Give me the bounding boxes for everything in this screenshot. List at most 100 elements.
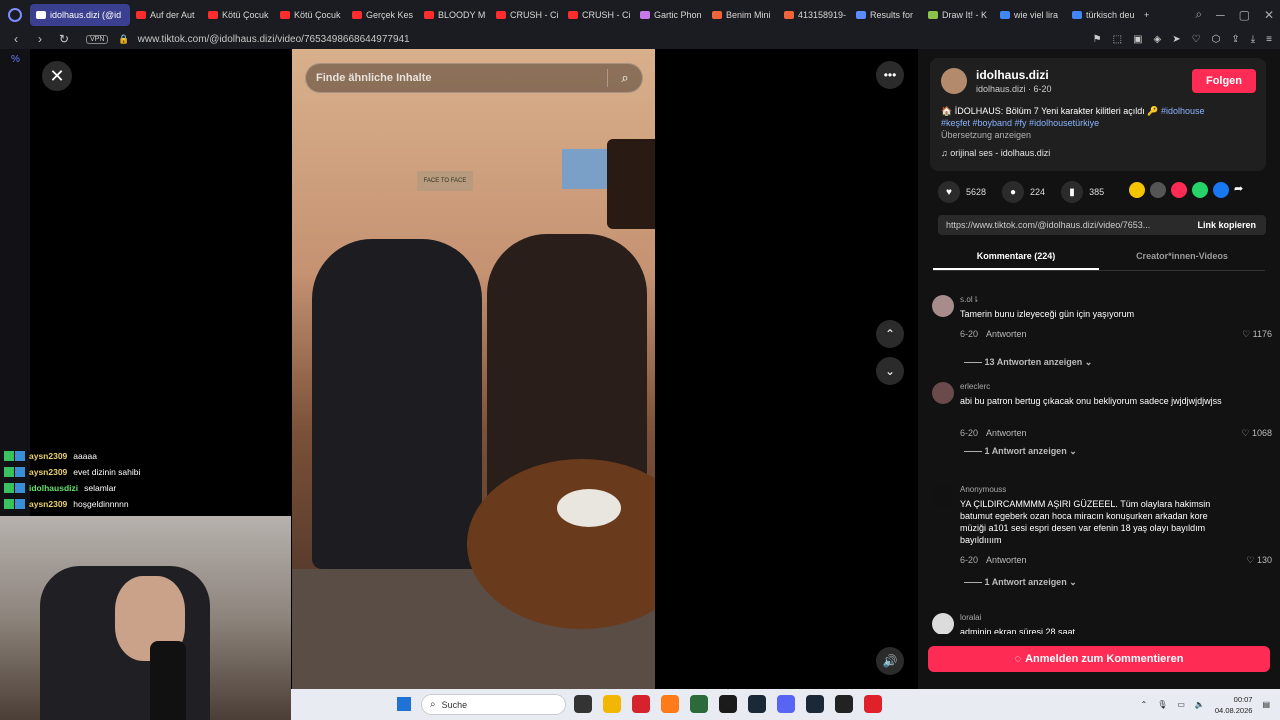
browser-tab[interactable]: Benim Mini <box>706 4 778 26</box>
share-option-icon[interactable] <box>1192 182 1208 198</box>
taskbar-app-icon[interactable] <box>719 695 737 713</box>
comment-avatar[interactable] <box>932 382 954 404</box>
author-name[interactable]: idolhaus.dizi <box>976 68 1049 82</box>
browser-tab[interactable]: Kötü Çocuk <box>202 4 274 26</box>
new-tab-button[interactable]: + <box>1138 4 1155 26</box>
video-link-url[interactable]: https://www.tiktok.com/@idolhaus.dizi/vi… <box>938 220 1187 230</box>
microphone-icon[interactable]: 🎙 <box>1157 700 1167 709</box>
more-options-button[interactable]: ••• <box>876 61 904 89</box>
comment-icon[interactable]: ● <box>1002 181 1025 203</box>
comment-username[interactable]: loralai <box>960 613 981 622</box>
network-icon[interactable]: ▭ <box>1177 700 1185 709</box>
chat-username[interactable]: idolhausdizi <box>29 483 78 493</box>
browser-tab[interactable]: Gartic Phon <box>634 4 706 26</box>
reload-icon[interactable]: ↻ <box>56 32 72 46</box>
browser-logo-icon[interactable] <box>0 0 30 29</box>
save-action[interactable]: ▮ 385 <box>1061 181 1104 203</box>
browser-tab[interactable]: CRUSH - Ci <box>490 4 562 26</box>
chat-username[interactable]: aysn2309 <box>29 467 67 477</box>
maximize-icon[interactable]: ▢ <box>1239 8 1250 22</box>
taskbar-app-icon[interactable] <box>690 695 708 713</box>
share-option-icon[interactable] <box>1171 182 1187 198</box>
taskbar-app-icon[interactable] <box>748 695 766 713</box>
share-icon[interactable]: ⇪ <box>1231 34 1239 45</box>
clock[interactable]: 00:07 04.08.2026 <box>1215 694 1253 716</box>
shield-icon[interactable]: ◈ <box>1154 34 1162 45</box>
snapshot-icon[interactable]: ⬚ <box>1113 34 1122 45</box>
reply-button[interactable]: Antworten <box>986 428 1027 438</box>
browser-tab[interactable]: idolhaus.dizi (@id <box>30 3 130 26</box>
browser-tab[interactable]: wie viel lira <box>994 4 1066 26</box>
vpn-badge[interactable]: VPN <box>86 34 109 44</box>
download-icon[interactable]: ⤓ <box>1251 34 1255 45</box>
comment-like[interactable]: ♡ 1176 <box>1242 329 1272 340</box>
forward-icon[interactable]: › <box>32 32 48 46</box>
like-action[interactable]: ♥ 5628 <box>938 181 986 203</box>
show-translation-link[interactable]: Übersetzung anzeigen <box>941 130 1031 140</box>
taskbar-app-icon[interactable] <box>806 695 824 713</box>
login-to-comment-button[interactable]: ◌ Anmelden zum Kommentieren <box>928 646 1270 672</box>
show-replies-button[interactable]: —— 1 Antwort anzeigen ⌄ <box>964 446 1077 457</box>
browser-tab[interactable]: Kötü Çocuk <box>274 4 346 26</box>
author-avatar[interactable] <box>941 68 967 94</box>
taskbar-app-icon[interactable] <box>632 695 650 713</box>
forward-share-icon[interactable]: ➦ <box>1234 182 1250 198</box>
taskbar-app-icon[interactable] <box>661 695 679 713</box>
tab-comments[interactable]: Kommentare (224) <box>933 247 1099 270</box>
reply-button[interactable]: Antworten <box>986 555 1027 565</box>
sidebar-percent-icon[interactable]: % <box>11 54 20 65</box>
minimize-icon[interactable]: ─ <box>1216 8 1225 22</box>
comment-username[interactable]: erleclerc <box>960 382 990 391</box>
speaker-icon[interactable]: 🔈 <box>1195 700 1205 709</box>
url-field[interactable]: www.tiktok.com/@idolhaus.dizi/video/7653… <box>138 34 410 45</box>
follow-button[interactable]: Folgen <box>1192 69 1256 93</box>
comment-username[interactable]: ꜱ.ol⇂ <box>960 295 979 304</box>
similar-content-search[interactable]: Finde ähnliche Inhalte ⌕ <box>305 63 643 93</box>
comment-username[interactable]: Anonymouss <box>960 485 1006 494</box>
browser-tab[interactable]: Draw It! - K <box>922 4 994 26</box>
next-video-button[interactable]: ⌄ <box>876 357 904 385</box>
comment-avatar[interactable] <box>932 295 954 317</box>
browser-tab[interactable]: Gerçek Kes <box>346 4 418 26</box>
show-replies-button[interactable]: —— 13 Antworten anzeigen ⌄ <box>964 357 1092 368</box>
close-window-icon[interactable]: ✕ <box>1264 8 1274 22</box>
taskbar-search[interactable]: ⌕ Suche <box>421 694 566 715</box>
search-icon[interactable]: ⌕ <box>608 70 642 86</box>
comment-avatar[interactable] <box>932 613 954 634</box>
windows-start-icon[interactable] <box>397 697 411 711</box>
wallet-icon[interactable]: ▣ <box>1133 34 1142 45</box>
notifications-icon[interactable]: ▤ <box>1262 700 1270 709</box>
bookmark-icon[interactable]: ⚑ <box>1093 34 1102 45</box>
hashtag-idolhouse[interactable]: #idolhouse <box>1161 106 1205 116</box>
send-icon[interactable]: ➤ <box>1172 34 1180 45</box>
bookmark-icon[interactable]: ▮ <box>1061 181 1084 203</box>
browser-tab[interactable]: türkisch deu <box>1066 4 1138 26</box>
chat-username[interactable]: aysn2309 <box>29 451 67 461</box>
show-replies-button[interactable]: —— 1 Antwort anzeigen ⌄ <box>964 577 1077 588</box>
video-player[interactable]: FACE TO FACE Finde ähnliche Inhalte ⌕ <box>292 49 655 689</box>
tray-overflow-icon[interactable]: ⌃ <box>1141 700 1148 709</box>
comment-avatar[interactable] <box>932 485 954 507</box>
search-tabs-icon[interactable]: ⌕ <box>1195 7 1202 22</box>
chat-username[interactable]: aysn2309 <box>29 499 67 509</box>
reply-button[interactable]: Antworten <box>986 329 1027 339</box>
browser-tab[interactable]: 413158919- <box>778 4 850 26</box>
extensions-icon[interactable]: ⬡ <box>1212 34 1221 45</box>
share-option-icon[interactable] <box>1150 182 1166 198</box>
hashtag-list[interactable]: #keşfet #boyband #fy #idolhousetürkiye <box>941 118 1099 128</box>
taskbar-app-icon[interactable] <box>864 695 882 713</box>
search-placeholder[interactable]: Finde ähnliche Inhalte <box>306 72 607 84</box>
taskbar-app-icon[interactable] <box>574 695 592 713</box>
browser-tab[interactable]: CRUSH - Ci <box>562 4 634 26</box>
browser-tab[interactable]: BLOODY M <box>418 4 490 26</box>
tab-creator-videos[interactable]: Creator*innen-Videos <box>1099 247 1265 270</box>
comment-action[interactable]: ● 224 <box>1002 181 1045 203</box>
previous-video-button[interactable]: ⌃ <box>876 320 904 348</box>
menu-icon[interactable]: ≡ <box>1266 34 1272 45</box>
heart-icon[interactable]: ♡ <box>1192 34 1201 45</box>
taskbar-app-icon[interactable] <box>835 695 853 713</box>
browser-tab[interactable]: Results for <box>850 4 922 26</box>
comment-like[interactable]: ♡ 130 <box>1246 555 1272 566</box>
music-link[interactable]: ♫ orijinal ses - idolhaus.dizi <box>941 148 1050 158</box>
comment-like[interactable]: ♡ 1068 <box>1241 428 1272 439</box>
